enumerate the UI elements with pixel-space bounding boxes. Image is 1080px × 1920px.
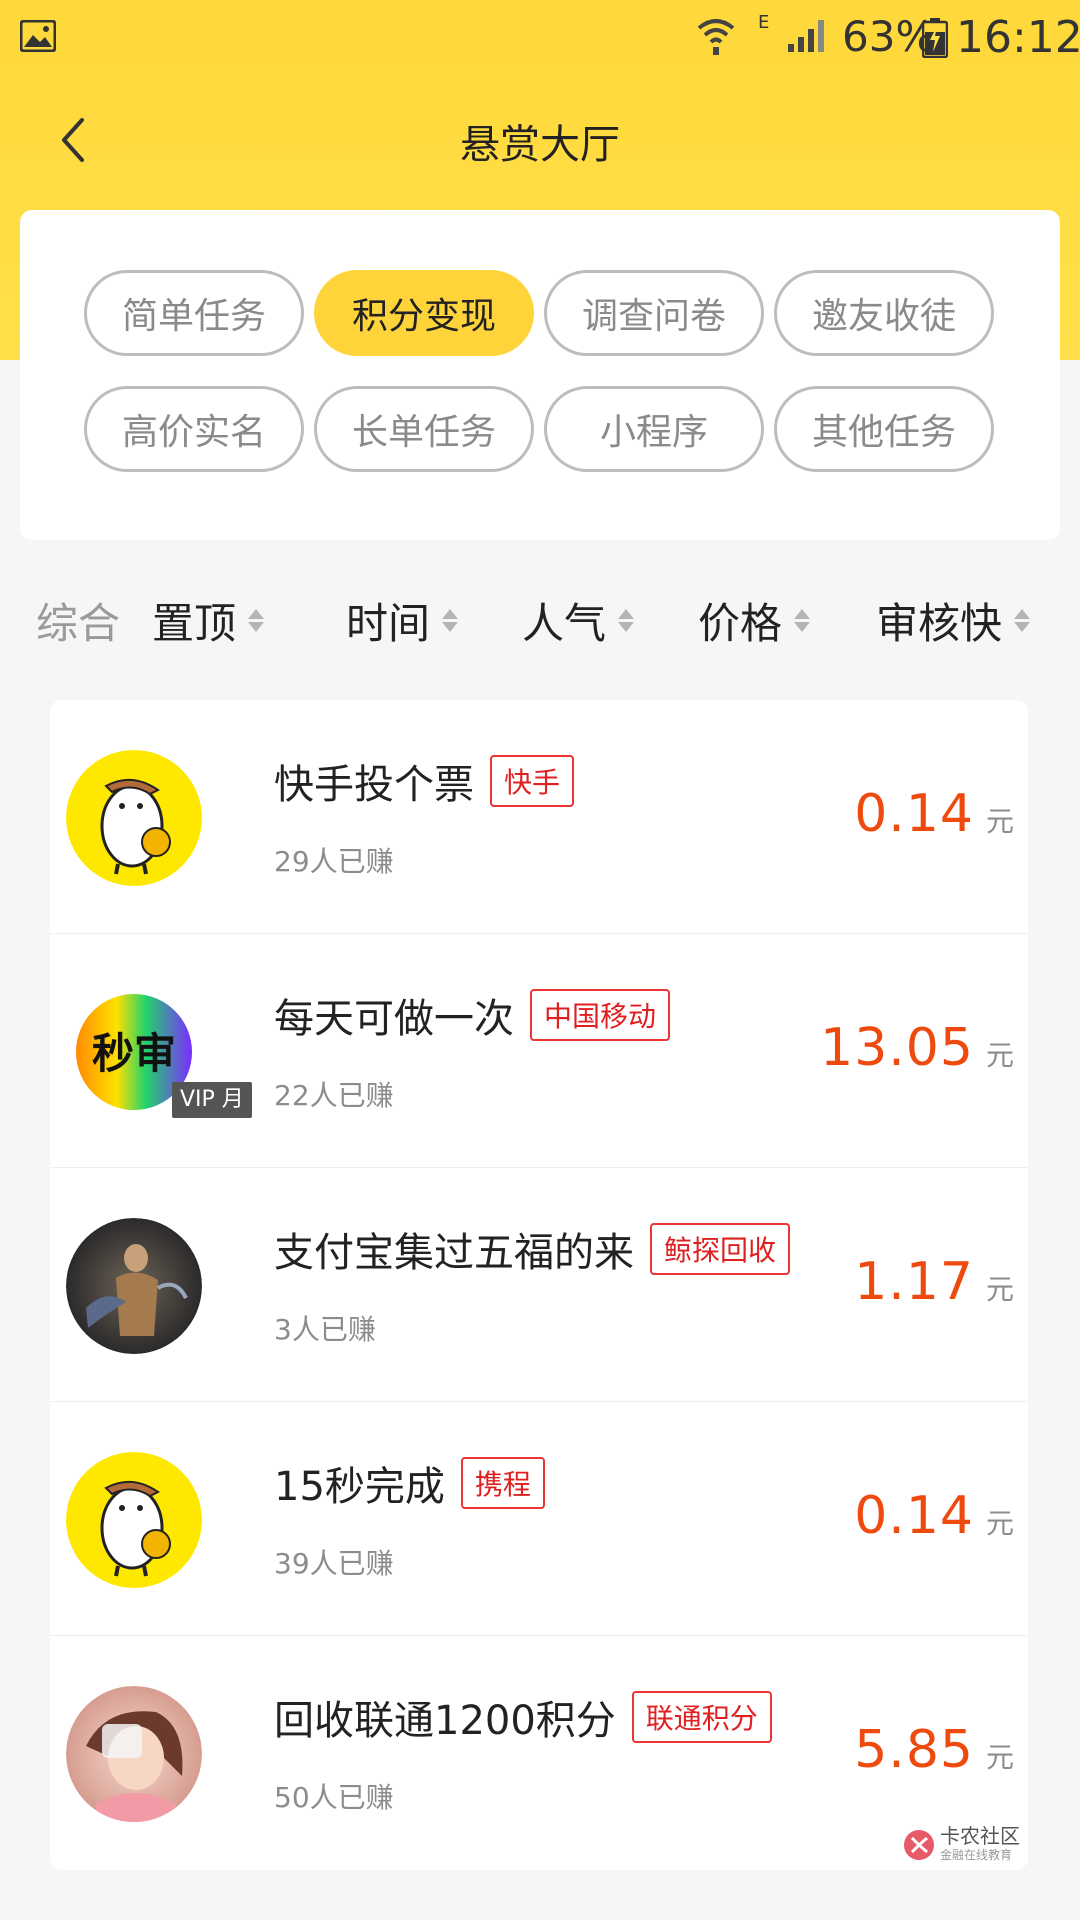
gallery-icon — [20, 20, 56, 52]
sort-price[interactable]: 价格 — [698, 590, 811, 651]
task-title-row: 快手投个票 快手 — [274, 752, 575, 810]
category-pill[interactable]: 高价实名 — [84, 386, 304, 472]
sort-label: 时间 — [346, 599, 431, 648]
task-tag: 携程 — [460, 1457, 545, 1509]
sort-arrows-icon — [794, 609, 811, 632]
task-price: 0.14 元 — [854, 1486, 1014, 1546]
battery-charging-icon — [922, 18, 948, 58]
category-pill[interactable]: 其他任务 — [774, 386, 994, 472]
price-unit: 元 — [985, 1741, 1014, 1774]
category-card: 简单任务 积分变现 调查问卷 邀友收徒高价实名 长单任务 小程序 其他任务 — [20, 210, 1060, 540]
category-grid: 简单任务 积分变现 调查问卷 邀友收徒高价实名 长单任务 小程序 其他任务 — [84, 270, 1024, 472]
price-value: 1.17 — [854, 1252, 974, 1312]
category-pill[interactable]: 调查问卷 — [544, 270, 764, 356]
task-title-row: 回收联通1200积分 联通积分 — [274, 1688, 772, 1746]
sort-label: 价格 — [698, 599, 783, 648]
sort-label: 人气 — [522, 599, 607, 648]
task-avatar — [66, 1218, 202, 1354]
task-title: 快手投个票 — [274, 762, 474, 808]
sort-arrows-icon — [618, 609, 635, 632]
category-pill[interactable]: 邀友收徒 — [774, 270, 994, 356]
price-unit: 元 — [985, 1039, 1014, 1072]
task-earned-count: 29人已赚 — [274, 845, 394, 878]
task-row[interactable]: 回收联通1200积分 联通积分 50人已赚 5.85 元 — [50, 1636, 1028, 1870]
svg-text:秒审: 秒审 — [92, 1029, 176, 1078]
sort-arrows-icon — [1014, 609, 1031, 632]
price-value: 0.14 — [854, 1486, 974, 1546]
sort-bar: 综合 置顶 时间 人气 价格 审核快 — [0, 580, 1080, 660]
task-row[interactable]: 支付宝集过五福的来 鲸探回收 3人已赚 1.17 元 — [50, 1168, 1028, 1402]
task-price: 13.05 元 — [820, 1018, 1014, 1078]
task-tag: 联通积分 — [631, 1691, 772, 1743]
sort-arrows-icon — [248, 609, 265, 632]
task-price: 0.14 元 — [854, 784, 1014, 844]
task-row[interactable]: 秒审 VIP 月 每天可做一次 中国移动 22人已赚 13.05 元 — [50, 934, 1028, 1168]
watermark-subtitle: 金融在线教育 — [940, 1848, 1013, 1862]
task-title-row: 每天可做一次 中国移动 — [274, 986, 671, 1044]
category-pill[interactable]: 积分变现 — [314, 270, 534, 356]
price-unit: 元 — [985, 1507, 1014, 1540]
category-pill[interactable]: 简单任务 — [84, 270, 304, 356]
sort-label: 审核快 — [876, 599, 1003, 648]
price-value: 13.05 — [820, 1018, 974, 1078]
task-row[interactable]: 快手投个票 快手 29人已赚 0.14 元 — [50, 700, 1028, 934]
sort-general-label: 综合 — [36, 599, 121, 648]
task-title: 每天可做一次 — [274, 996, 514, 1042]
price-unit: 元 — [985, 805, 1014, 838]
watermark: 卡农社区 金融在线教育 — [902, 1826, 1020, 1863]
price-unit: 元 — [985, 1273, 1014, 1306]
category-pill[interactable]: 长单任务 — [314, 386, 534, 472]
task-title-row: 支付宝集过五福的来 鲸探回收 — [274, 1220, 791, 1278]
task-tag: 中国移动 — [530, 989, 671, 1041]
sort-fast-review[interactable]: 审核快 — [876, 590, 1031, 651]
kanong-logo-icon — [904, 1829, 934, 1860]
task-earned-count: 3人已赚 — [274, 1313, 376, 1346]
sort-top[interactable]: 置顶 — [152, 590, 265, 651]
sort-general[interactable]: 综合 — [36, 590, 120, 651]
task-tag: 鲸探回收 — [650, 1223, 791, 1275]
category-pill[interactable]: 小程序 — [544, 386, 764, 472]
task-avatar — [66, 750, 202, 886]
task-title: 支付宝集过五福的来 — [274, 1230, 634, 1276]
sort-time[interactable]: 时间 — [346, 590, 459, 651]
task-title-row: 15秒完成 携程 — [274, 1454, 545, 1512]
wifi-icon — [697, 19, 735, 55]
task-row[interactable]: 15秒完成 携程 39人已赚 0.14 元 — [50, 1402, 1028, 1636]
network-type: E — [758, 12, 770, 33]
nav-bar: 悬赏大厅 — [0, 96, 1080, 186]
task-earned-count: 50人已赚 — [274, 1781, 394, 1814]
price-value: 0.14 — [854, 784, 974, 844]
task-price: 5.85 元 — [854, 1720, 1014, 1780]
task-tag: 快手 — [490, 755, 575, 807]
task-title: 15秒完成 — [274, 1464, 445, 1510]
watermark-title: 卡农社区 — [940, 1824, 1020, 1848]
task-title: 回收联通1200积分 — [274, 1698, 616, 1744]
task-avatar — [66, 1686, 202, 1822]
task-earned-count: 22人已赚 — [274, 1079, 394, 1112]
vip-badge: VIP 月 — [172, 1082, 252, 1118]
clock: 16:12 — [956, 12, 1080, 63]
sort-arrows-icon — [442, 609, 459, 632]
task-avatar — [66, 1452, 202, 1588]
page-title: 悬赏大厅 — [460, 122, 620, 168]
task-list: 快手投个票 快手 29人已赚 0.14 元秒审 VIP 月每天可做一次 中国移动 22人已赚 1… — [50, 700, 1028, 1870]
task-price: 1.17 元 — [854, 1252, 1014, 1312]
sort-label: 置顶 — [152, 599, 237, 648]
status-bar: E 63% 16:12 — [0, 0, 1080, 76]
task-earned-count: 39人已赚 — [274, 1547, 394, 1580]
sort-popularity[interactable]: 人气 — [522, 590, 635, 651]
price-value: 5.85 — [854, 1720, 974, 1780]
signal-icon — [788, 20, 824, 52]
